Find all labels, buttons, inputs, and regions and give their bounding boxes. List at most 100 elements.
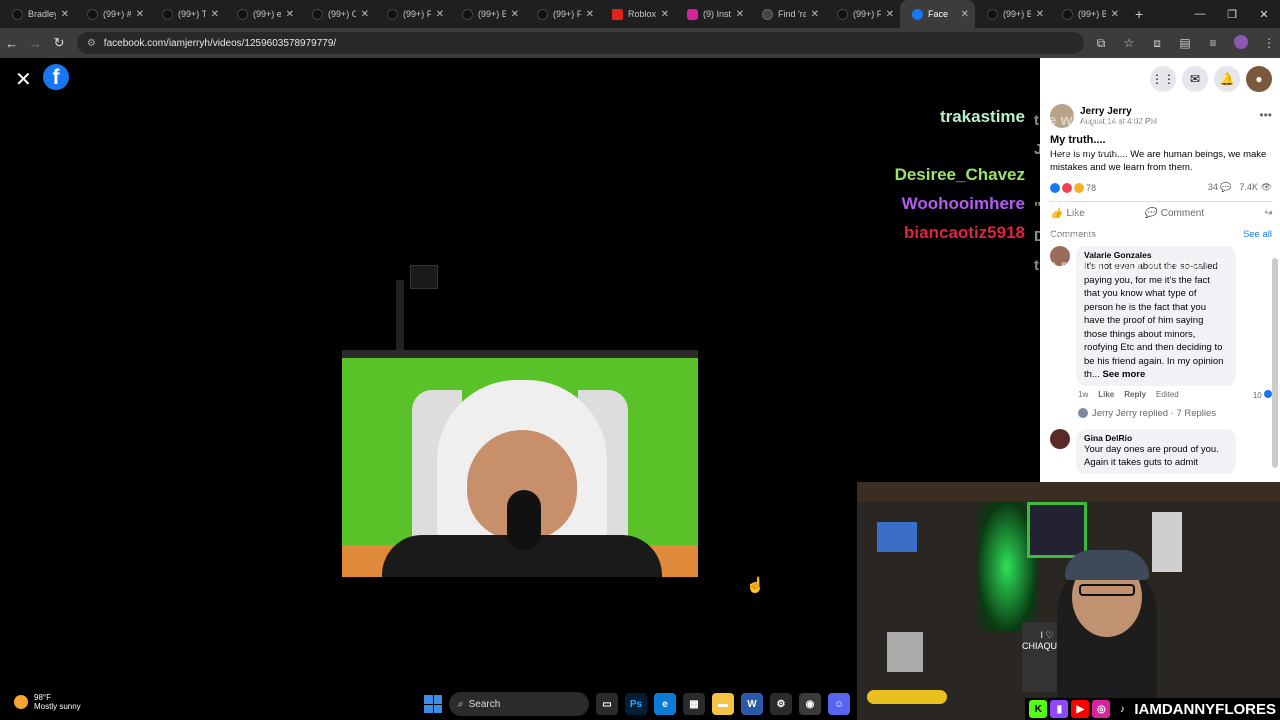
- comment-like-button[interactable]: Like: [1098, 390, 1114, 399]
- chrome-icon[interactable]: ◉: [799, 693, 821, 715]
- maximize-icon[interactable]: ❐: [1216, 8, 1248, 21]
- file-explorer-icon[interactable]: ▬: [712, 693, 734, 715]
- browser-tab[interactable]: (9) Insta ✕: [675, 0, 750, 28]
- forward-icon[interactable]: →: [24, 36, 48, 51]
- video-player[interactable]: [342, 350, 698, 577]
- comments-header: Comments See all: [1050, 229, 1272, 240]
- close-tab-icon[interactable]: ✕: [1036, 9, 1044, 20]
- comment-button[interactable]: 💬 Comment: [1144, 208, 1204, 219]
- tiktok-icon: [12, 8, 23, 20]
- photoshop-icon[interactable]: Ps: [625, 693, 647, 715]
- tiktok-icon: [162, 8, 173, 20]
- minimize-icon[interactable]: —: [1184, 8, 1216, 20]
- profile-avatar[interactable]: [1230, 34, 1252, 52]
- account-avatar[interactable]: ●: [1246, 66, 1272, 92]
- comment-age[interactable]: 1w: [1078, 390, 1088, 399]
- thumbs-up-icon: 👍: [1050, 208, 1063, 219]
- panel-scrollbar[interactable]: [1272, 258, 1278, 468]
- tiktok-icon: [87, 8, 98, 20]
- browser-tab[interactable]: (99+) O ✕: [300, 0, 375, 28]
- commenter-name[interactable]: Valarie Gonzales: [1084, 250, 1228, 260]
- close-tab-icon[interactable]: ✕: [61, 9, 69, 20]
- close-window-icon[interactable]: ✕: [1248, 8, 1280, 21]
- site-info-icon[interactable]: ⚙: [87, 38, 96, 49]
- browser-tab[interactable]: (99+) El ✕: [450, 0, 525, 28]
- comment-icon: 💬: [1144, 208, 1157, 219]
- settings-icon[interactable]: ⚙: [770, 693, 792, 715]
- commenter-avatar[interactable]: [1050, 428, 1070, 449]
- post: Jerry Jerry August 14 at 4:02 PM ••• My …: [1050, 104, 1272, 474]
- post-author[interactable]: Jerry Jerry: [1080, 106, 1157, 117]
- post-date[interactable]: August 14 at 4:02 PM: [1080, 117, 1157, 126]
- word-icon[interactable]: W: [741, 693, 763, 715]
- close-tab-icon[interactable]: ✕: [361, 9, 369, 20]
- close-tab-icon[interactable]: ✕: [586, 9, 594, 20]
- like-button[interactable]: 👍 Like: [1050, 208, 1085, 219]
- messenger-icon[interactable]: ✉: [1182, 66, 1208, 92]
- close-tab-icon[interactable]: ✕: [886, 9, 894, 20]
- close-tab-icon[interactable]: ✕: [211, 9, 219, 20]
- post-options-icon[interactable]: •••: [1259, 108, 1272, 122]
- edge-icon[interactable]: e: [654, 693, 676, 715]
- close-tab-icon[interactable]: ✕: [436, 9, 444, 20]
- close-tab-icon[interactable]: ✕: [1111, 9, 1119, 20]
- stream-chat-names: trakastime Desiree_Chavez Woohooimhere b…: [895, 102, 1025, 247]
- replier-avatar: [1078, 408, 1088, 418]
- commenter-avatar[interactable]: [1050, 246, 1070, 266]
- windows-taskbar: 98°F Mostly sunny ⌕ Search ▭ Ps e ▦ ▬ W …: [0, 688, 857, 720]
- comment-reply-button[interactable]: Reply: [1124, 390, 1146, 399]
- browser-tab[interactable]: (99+) F ✕: [825, 0, 900, 28]
- back-icon[interactable]: ←: [0, 36, 24, 51]
- comment-text: Your day ones are proud of you. Again it…: [1084, 443, 1219, 469]
- reactions[interactable]: 78: [1050, 182, 1096, 193]
- browser-tab[interactable]: Roblox ✕: [600, 0, 675, 28]
- chat-name: Woohooimhere: [901, 194, 1025, 213]
- see-all-link[interactable]: See all: [1243, 229, 1272, 240]
- close-tab-icon[interactable]: ✕: [736, 9, 744, 20]
- view-replies-link[interactable]: Jerry Jerry replied · 7 Replies: [1078, 408, 1272, 419]
- browser-tab[interactable]: (99+) F ✕: [375, 0, 450, 28]
- reload-icon[interactable]: ↻: [47, 35, 71, 51]
- sidebar-icon[interactable]: ▤: [1174, 36, 1196, 50]
- roblox-icon: [612, 8, 623, 20]
- notifications-bell-icon[interactable]: 🔔: [1214, 66, 1240, 92]
- browser-tab[interactable]: (99+) B ✕: [975, 0, 1050, 28]
- browser-tab[interactable]: (99+) Th ✕: [150, 0, 225, 28]
- close-tab-icon[interactable]: ✕: [961, 9, 969, 20]
- store-icon[interactable]: ▦: [683, 693, 705, 715]
- new-tab-button[interactable]: +: [1125, 6, 1153, 22]
- facebook-logo-icon[interactable]: f: [43, 64, 69, 90]
- close-tab-icon[interactable]: ✕: [661, 9, 669, 20]
- share-button[interactable]: ↪: [1264, 208, 1272, 219]
- url-input[interactable]: ⚙ facebook.com/iamjerryh/videos/12596035…: [76, 32, 1085, 54]
- bookmark-star-icon[interactable]: ☆: [1118, 36, 1140, 50]
- windows-start-icon[interactable]: [424, 695, 442, 713]
- close-icon[interactable]: ✕: [15, 67, 32, 92]
- weather-widget[interactable]: 98°F Mostly sunny: [14, 693, 81, 711]
- media-icon[interactable]: ≡: [1202, 36, 1224, 50]
- browser-tab[interactable]: Face ✕: [900, 0, 975, 28]
- browser-tab[interactable]: Find 'ra ✕: [750, 0, 825, 28]
- apps-grid-icon[interactable]: ⋮⋮: [1150, 66, 1176, 92]
- close-tab-icon[interactable]: ✕: [286, 9, 294, 20]
- browser-tab[interactable]: (99+) F ✕: [525, 0, 600, 28]
- browser-tab[interactable]: (99+) B ✕: [1050, 0, 1125, 28]
- close-tab-icon[interactable]: ✕: [136, 9, 144, 20]
- extensions-icon[interactable]: ⧈: [1146, 36, 1168, 51]
- close-tab-icon[interactable]: ✕: [811, 9, 819, 20]
- post-text: Here is my truth.... We are human beings…: [1050, 149, 1267, 173]
- instagram-icon: ◎: [1092, 700, 1111, 718]
- browser-tab[interactable]: (99+) # ✕: [75, 0, 150, 28]
- comment-count[interactable]: 34 💬: [1208, 182, 1232, 193]
- discord-icon[interactable]: ☺: [828, 693, 850, 715]
- commenter-name[interactable]: Gina DelRio: [1084, 433, 1228, 443]
- post-author-avatar[interactable]: [1050, 104, 1074, 128]
- menu-icon[interactable]: ⋮: [1258, 36, 1280, 50]
- see-more-link[interactable]: See more: [1102, 369, 1145, 380]
- close-tab-icon[interactable]: ✕: [511, 9, 519, 20]
- browser-tab[interactable]: (99+) ea ✕: [225, 0, 300, 28]
- browser-tab[interactable]: Bradley ✕: [0, 0, 75, 28]
- install-icon[interactable]: ⧉: [1090, 36, 1112, 51]
- taskbar-search[interactable]: ⌕ Search: [449, 692, 589, 716]
- task-view-icon[interactable]: ▭: [596, 693, 618, 715]
